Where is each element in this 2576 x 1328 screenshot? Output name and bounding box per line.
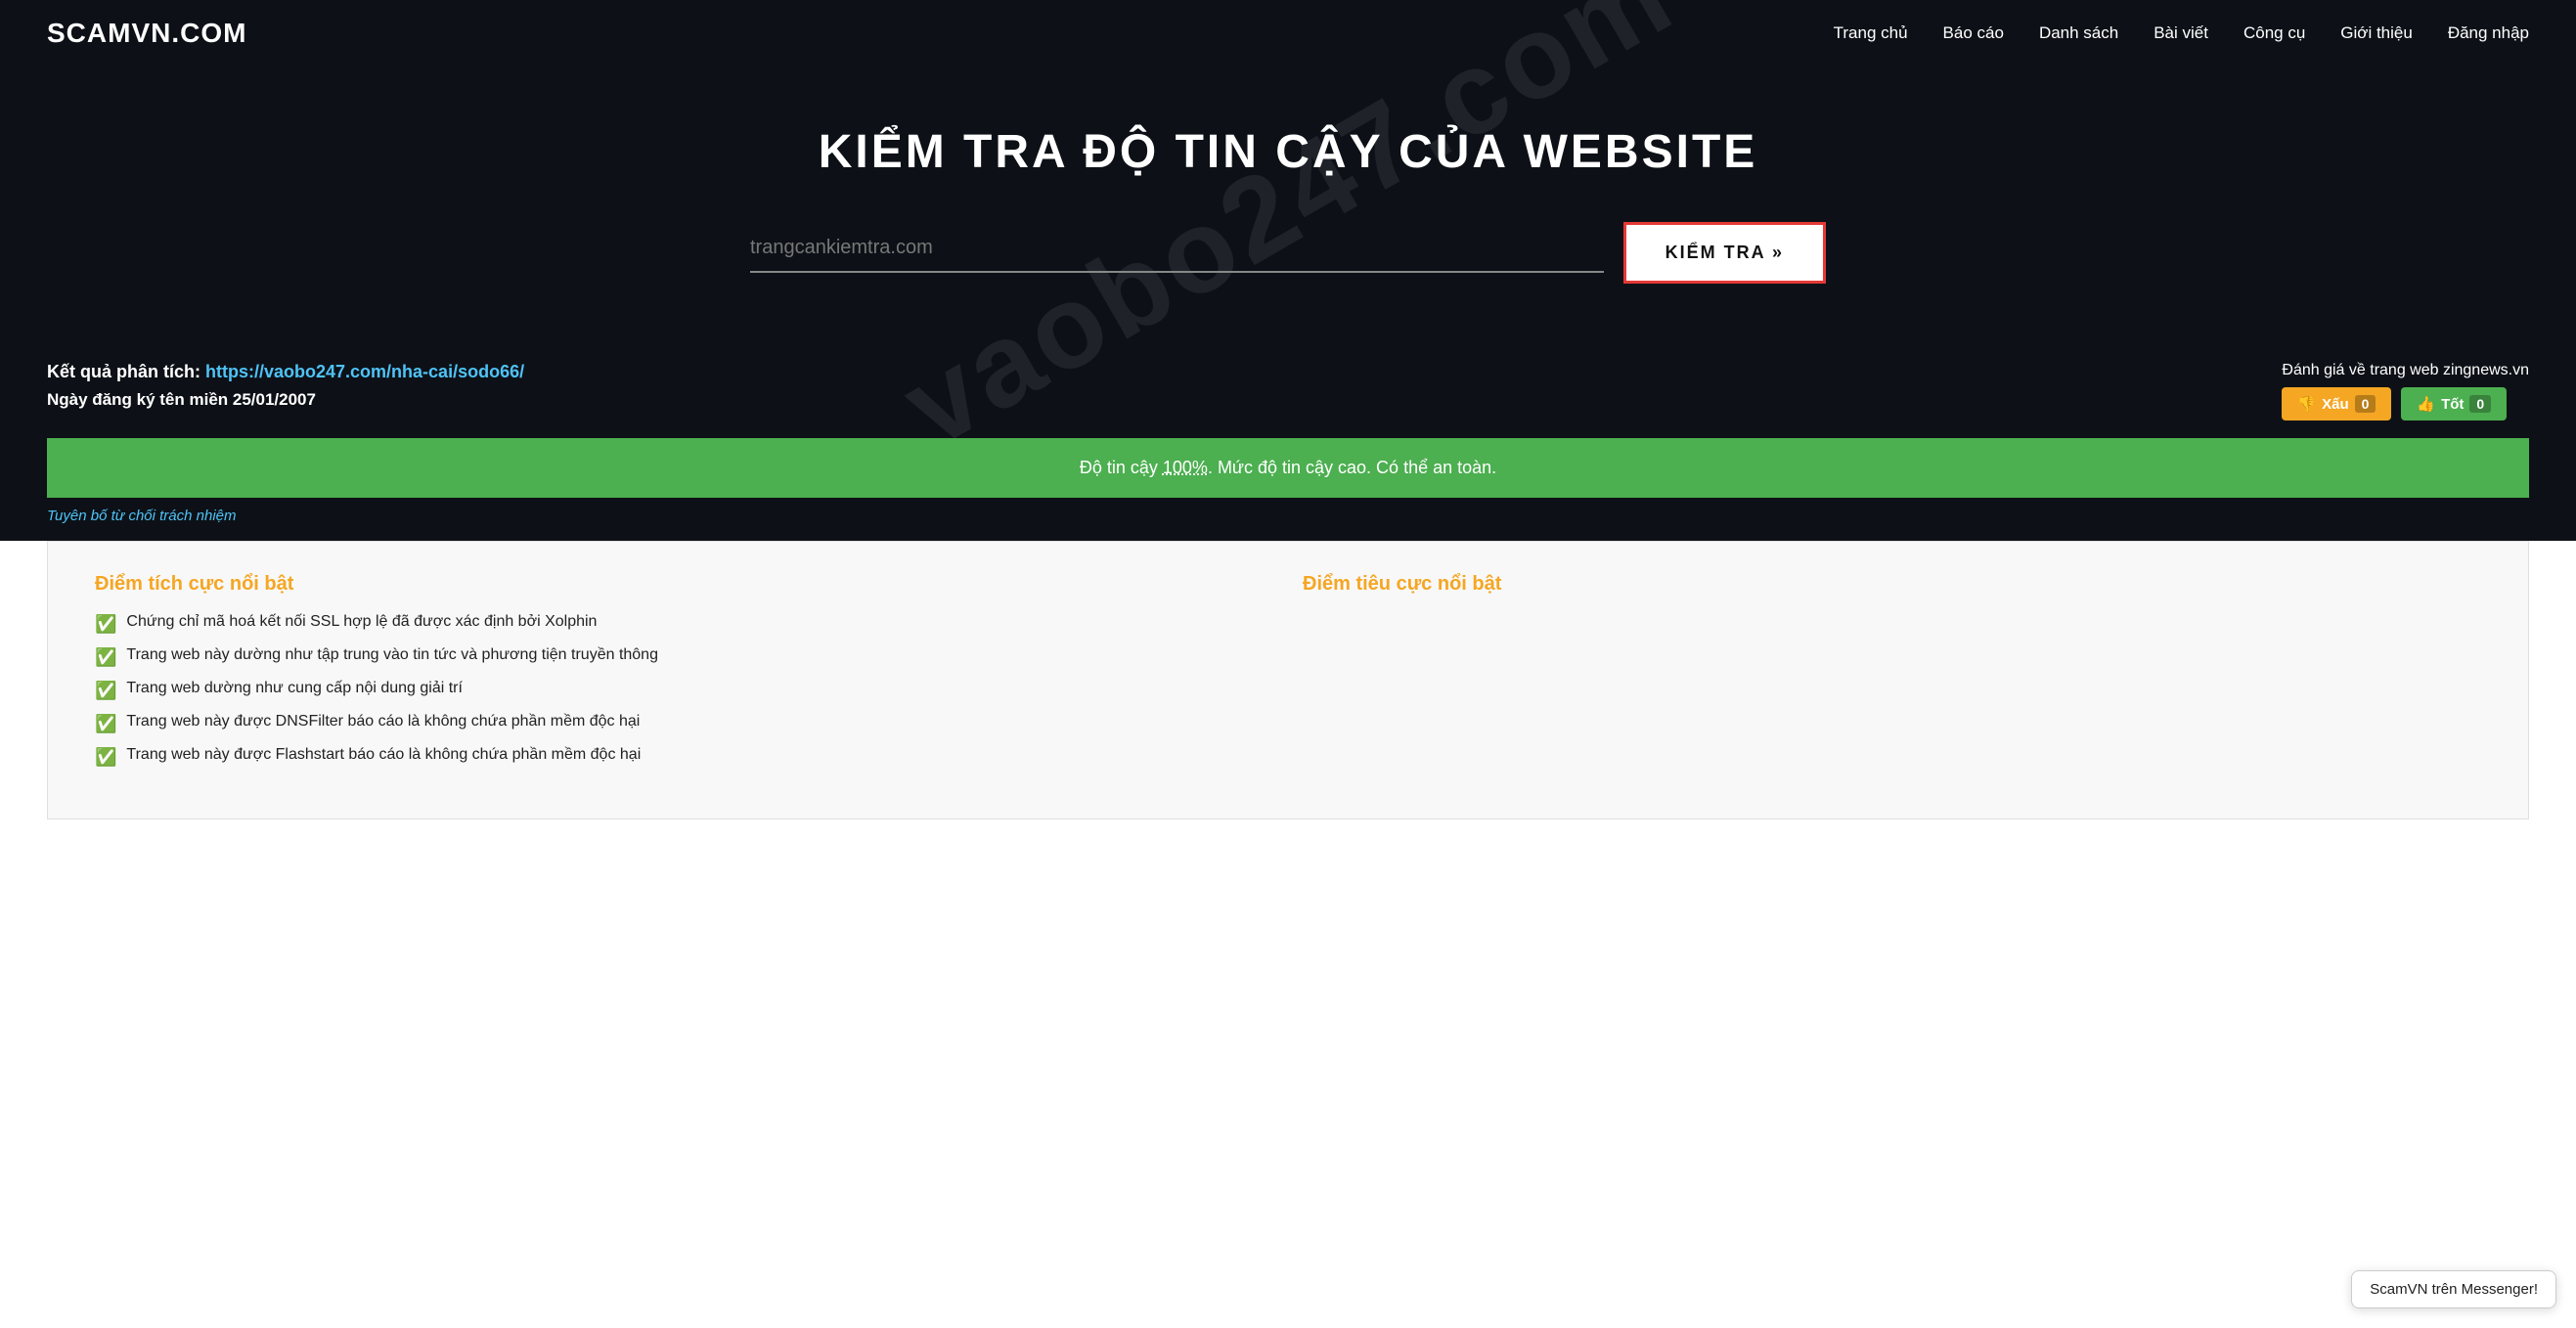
- list-item: ✅ Trang web dường như cung cấp nội dung …: [95, 680, 1273, 701]
- kiemtra-button[interactable]: KIỂM TRA »: [1623, 222, 1826, 284]
- positive-title: Điểm tích cực nổi bật: [95, 573, 1273, 596]
- messenger-badge[interactable]: ScamVN trên Messenger!: [2351, 1270, 2556, 1308]
- messenger-badge-text: ScamVN trên Messenger!: [2370, 1281, 2538, 1298]
- vote-bad-button[interactable]: 👎 Xấu 0: [2282, 387, 2391, 421]
- positive-item-4: Trang web này được DNSFilter báo cáo là …: [126, 713, 640, 730]
- list-item: ✅ Trang web này được DNSFilter báo cáo l…: [95, 713, 1273, 734]
- hero-title: KIỂM TRA ĐỘ TIN CẬY CỦA WEBSITE: [47, 125, 2529, 179]
- vote-buttons: 👎 Xấu 0 👍 Tốt 0: [2282, 387, 2529, 421]
- result-section: Kết quả phân tích: https://vaobo247.com/…: [0, 332, 2576, 498]
- nav-link-baiviet[interactable]: Bài viết: [2154, 23, 2208, 42]
- analysis-grid: Điểm tích cực nổi bật ✅ Chứng chỉ mã hoá…: [95, 573, 2481, 779]
- vote-bad-label: Xấu: [2322, 396, 2349, 413]
- analysis-positive: Điểm tích cực nổi bật ✅ Chứng chỉ mã hoá…: [95, 573, 1273, 779]
- thumbs-down-icon: 👎: [2297, 395, 2316, 413]
- result-right: Đánh giá về trang web zingnews.vn 👎 Xấu …: [2282, 362, 2529, 421]
- list-item: ✅ Trang web này được Flashstart báo cáo …: [95, 746, 1273, 768]
- check-icon-5: ✅: [95, 747, 116, 768]
- search-input-wrap: [750, 233, 1604, 273]
- trust-prefix: Độ tin cậy: [1080, 458, 1163, 477]
- list-item: ✅ Chứng chỉ mã hoá kết nối SSL hợp lệ đã…: [95, 613, 1273, 635]
- nav-link-danhsach[interactable]: Danh sách: [2039, 23, 2118, 42]
- list-item: ✅ Trang web này dường như tập trung vào …: [95, 646, 1273, 668]
- nav-item-baiviet[interactable]: Bài viết: [2154, 23, 2208, 43]
- nav-item-danhsach[interactable]: Danh sách: [2039, 23, 2118, 43]
- nav-item-dangnhap[interactable]: Đăng nhập: [2448, 23, 2529, 43]
- result-left: Kết quả phân tích: https://vaobo247.com/…: [47, 362, 524, 410]
- nav-link-dangnhap[interactable]: Đăng nhập: [2448, 23, 2529, 42]
- hero-section: vaobo247.com KIỂM TRA ĐỘ TIN CẬY CỦA WEB…: [0, 66, 2576, 332]
- nav-link-baocao[interactable]: Báo cáo: [1943, 23, 2004, 42]
- nav-link-trangchu[interactable]: Trang chủ: [1834, 23, 1908, 42]
- negative-title: Điểm tiêu cực nổi bật: [1303, 573, 2481, 596]
- result-date: Ngày đăng ký tên miền 25/01/2007: [47, 390, 524, 410]
- nav-link-congcu[interactable]: Công cụ: [2243, 23, 2305, 42]
- nav-list: Trang chủ Báo cáo Danh sách Bài viết Côn…: [1834, 23, 2529, 43]
- positive-item-2: Trang web này dường như tập trung vào ti…: [126, 646, 658, 664]
- search-input[interactable]: [750, 233, 1604, 263]
- search-bar: KIỂM TRA »: [750, 222, 1826, 284]
- trust-suffix: . Mức độ tin cậy cao. Có thể an toàn.: [1208, 458, 1496, 477]
- result-link[interactable]: https://vaobo247.com/nha-cai/sodo66/: [205, 362, 524, 381]
- check-icon-1: ✅: [95, 614, 116, 635]
- review-label: Đánh giá về trang web zingnews.vn: [2282, 362, 2529, 379]
- disclaimer: Tuyên bố từ chối trách nhiệm: [0, 498, 2576, 541]
- trust-percent: 100%: [1163, 458, 1208, 477]
- main-nav: Trang chủ Báo cáo Danh sách Bài viết Côn…: [1834, 23, 2529, 43]
- nav-item-gioithieu[interactable]: Giới thiệu: [2340, 23, 2413, 43]
- check-icon-2: ✅: [95, 647, 116, 668]
- disclaimer-link[interactable]: Tuyên bố từ chối trách nhiệm: [47, 508, 237, 524]
- vote-bad-count: 0: [2355, 395, 2376, 413]
- positive-item-1: Chứng chỉ mã hoá kết nối SSL hợp lệ đã đ…: [126, 613, 597, 631]
- trust-bar: Độ tin cậy 100%. Mức độ tin cậy cao. Có …: [47, 438, 2529, 498]
- nav-item-baocao[interactable]: Báo cáo: [1943, 23, 2004, 43]
- result-row: Kết quả phân tích: https://vaobo247.com/…: [47, 362, 2529, 421]
- analysis-card: Điểm tích cực nổi bật ✅ Chứng chỉ mã hoá…: [47, 541, 2529, 819]
- result-label: Kết quả phân tích: https://vaobo247.com/…: [47, 362, 524, 382]
- vote-good-button[interactable]: 👍 Tốt 0: [2401, 387, 2507, 421]
- vote-good-label: Tốt: [2441, 396, 2464, 413]
- site-logo: SCAMVN.COM: [47, 18, 246, 49]
- positive-item-5: Trang web này được Flashstart báo cáo là…: [126, 746, 641, 764]
- header: SCAMVN.COM Trang chủ Báo cáo Danh sách B…: [0, 0, 2576, 66]
- nav-item-trangchu[interactable]: Trang chủ: [1834, 23, 1908, 43]
- check-icon-4: ✅: [95, 714, 116, 734]
- vote-good-count: 0: [2469, 395, 2491, 413]
- nav-item-congcu[interactable]: Công cụ: [2243, 23, 2305, 43]
- analysis-negative: Điểm tiêu cực nổi bật: [1303, 573, 2481, 779]
- nav-link-gioithieu[interactable]: Giới thiệu: [2340, 23, 2413, 42]
- check-icon-3: ✅: [95, 681, 116, 701]
- thumbs-up-icon: 👍: [2417, 395, 2435, 413]
- positive-item-3: Trang web dường như cung cấp nội dung gi…: [126, 680, 463, 697]
